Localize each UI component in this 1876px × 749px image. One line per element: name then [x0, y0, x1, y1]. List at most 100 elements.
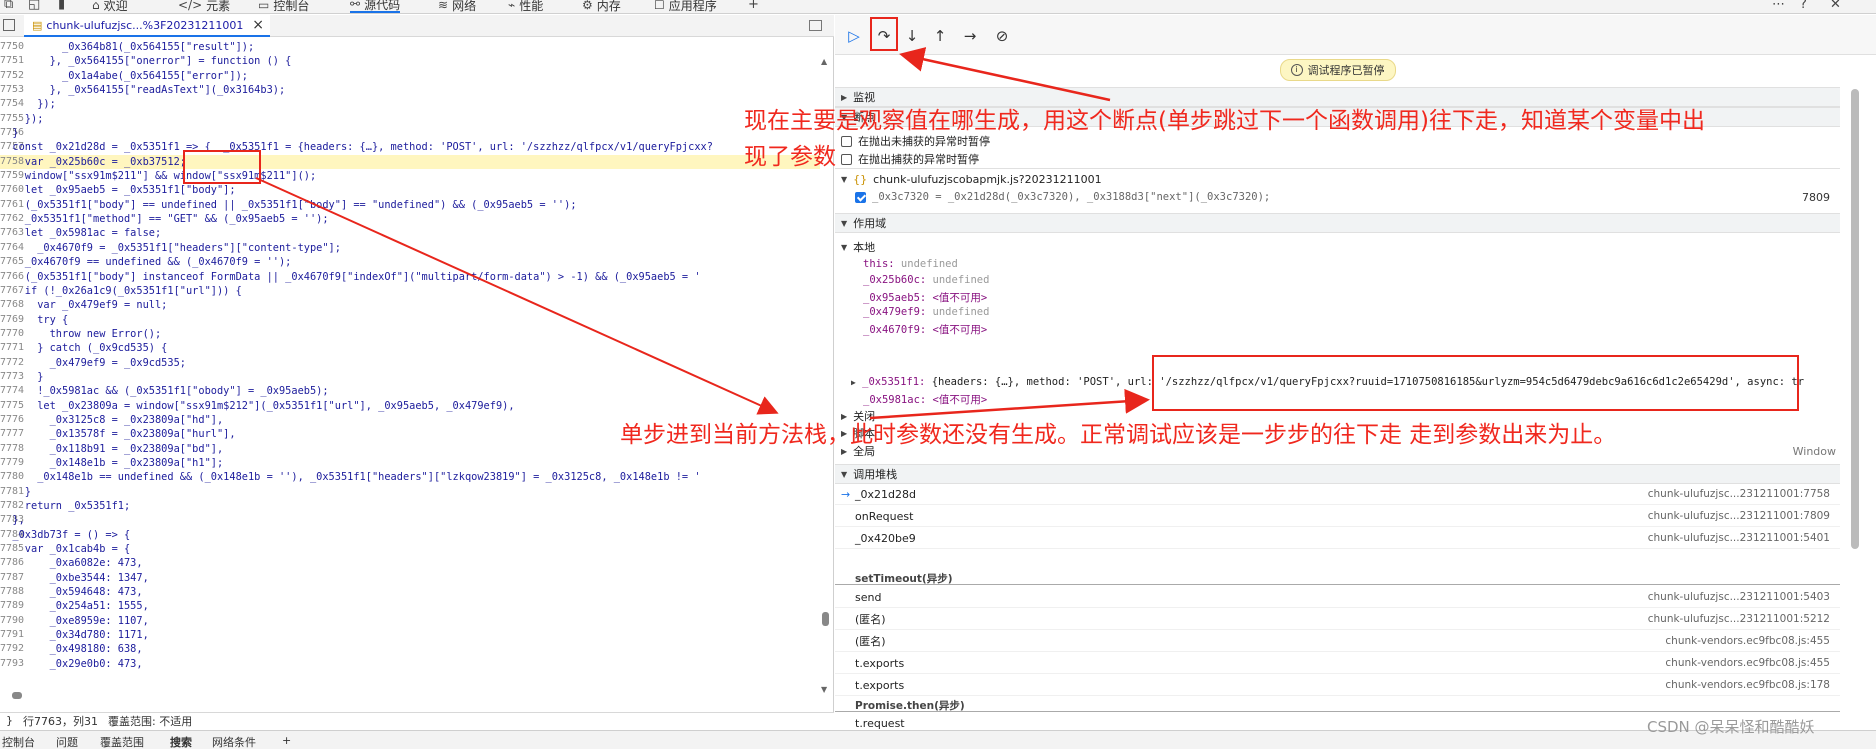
code-line[interactable]: 7754 }); — [0, 97, 820, 111]
help-icon[interactable]: ? — [1800, 0, 1807, 12]
scrollbar-thumb[interactable] — [1851, 89, 1859, 549]
pause-uncaught-row[interactable]: 在抛出未捕获的异常时暂停 — [841, 133, 1846, 149]
breakpoint-checkbox[interactable] — [855, 191, 866, 203]
more-options-icon[interactable]: ⋯ — [1772, 0, 1785, 12]
tab-sources[interactable]: ⚯ 源代码 — [350, 0, 401, 13]
close-icon[interactable]: × — [252, 17, 264, 33]
code-line[interactable]: 7793 _0x29e0b0: 473, — [0, 657, 820, 671]
code-line[interactable]: 7782 return _0x5351f1; — [0, 499, 820, 513]
code-line[interactable]: 7770 throw new Error(); — [0, 327, 820, 341]
file-tab-active[interactable]: ▤ chunk-ulufuzjsc...%3F20231211001 × — [24, 15, 270, 37]
frame-location[interactable]: chunk-vendors.ec9fbc08.js:455 — [1665, 657, 1830, 669]
scroll-down-icon[interactable]: ▼ — [821, 685, 827, 694]
code-line[interactable]: 7766 (_0x5351f1["body"] instanceof FormD… — [0, 270, 820, 284]
call-stack-frame[interactable]: (匿名) chunk-vendors.ec9fbc08.js:455 — [835, 631, 1840, 652]
frame-location[interactable]: chunk-ulufuzjsc...231211001:5212 — [1648, 613, 1830, 625]
pause-uncaught-checkbox[interactable] — [841, 135, 852, 147]
step-button[interactable]: → — [959, 25, 981, 47]
code-line[interactable]: 7779 _0x148e1b = _0x23809a["h1"]; — [0, 456, 820, 470]
code-line[interactable]: 7788 _0x594648: 473, — [0, 585, 820, 599]
call-stack-frame[interactable]: t.exports chunk-vendors.ec9fbc08.js:178 — [835, 675, 1840, 696]
inspect-icon[interactable]: ◱ — [28, 0, 40, 12]
code-line[interactable]: 7775 let _0x23809a = window["ssx91m$212"… — [0, 399, 820, 413]
code-line[interactable]: 7768 var _0x479ef9 = null; — [0, 298, 820, 312]
call-stack-frame[interactable]: → _0x21d28d chunk-ulufuzjsc...231211001:77… — [835, 484, 1840, 505]
tab-welcome[interactable]: ⌂ 欢迎 — [92, 0, 128, 13]
code-line[interactable]: 7750 _0x364b81(_0x564155["result"]); — [0, 40, 820, 54]
code-line[interactable]: 7780 _0x148e1b == undefined && (_0x148e1… — [0, 470, 820, 484]
toggle-debugger-icon[interactable] — [809, 20, 822, 31]
step-into-button[interactable]: ↓ — [901, 25, 923, 47]
scope-var[interactable]: _0x25b60c: undefined — [863, 274, 989, 286]
section-scope[interactable]: ▼ 作用域 — [835, 213, 1840, 233]
pause-caught-row[interactable]: 在抛出捕获的异常时暂停 — [841, 151, 1846, 167]
scope-var[interactable]: _0x95aeb5: <值不可用> — [863, 290, 987, 305]
frame-location[interactable]: chunk-vendors.ec9fbc08.js:178 — [1665, 679, 1830, 691]
code-line[interactable]: 7781 } — [0, 485, 820, 499]
pause-caught-checkbox[interactable] — [841, 153, 852, 165]
tab-application[interactable]: ☐ 应用程序 — [654, 0, 717, 13]
code-line[interactable]: 7762 _0x5351f1["method"] == "GET" && (_0… — [0, 212, 820, 226]
code-line[interactable]: 7756 } — [0, 126, 820, 140]
sidebar-scrollbar[interactable] — [1841, 55, 1876, 729]
code-line[interactable]: 7760 let _0x95aeb5 = _0x5351f1["body"]; — [0, 183, 820, 197]
call-stack-frame[interactable]: t.exports chunk-vendors.ec9fbc08.js:455 — [835, 653, 1840, 674]
code-line[interactable]: 7759 window["ssx91m$211"] && window["ssx… — [0, 169, 820, 183]
resume-button[interactable]: ▷ — [843, 25, 865, 47]
code-line[interactable]: 7771 } catch (_0x9cd535) { — [0, 341, 820, 355]
call-stack-frame[interactable]: (匿名) chunk-ulufuzjsc...231211001:5212 — [835, 609, 1840, 630]
dock-icon[interactable]: ▮ — [58, 0, 65, 12]
drawer-tab-console[interactable]: 控制台 — [2, 734, 35, 749]
tab-memory[interactable]: ⚙ 内存 — [582, 0, 621, 13]
code-line[interactable]: 7790 _0xe8959e: 1107, — [0, 614, 820, 628]
scope-local[interactable]: ▼ 本地 — [841, 239, 1846, 255]
code-line[interactable]: 7772 _0x479ef9 = _0x9cd535; — [0, 356, 820, 370]
code-line[interactable]: 7764 _0x4670f9 = _0x5351f1["headers"]["c… — [0, 241, 820, 255]
code-line[interactable]: 7784 _0x3db73f = () => { — [0, 528, 820, 542]
frame-location[interactable]: chunk-vendors.ec9fbc08.js:455 — [1665, 635, 1830, 647]
breakpoint-entry[interactable]: _0x3c7320 = _0x21d28d(_0x3c7320), _0x318… — [855, 191, 1840, 204]
code-editor[interactable]: 7750 _0x364b81(_0x564155["result"]); 7751… — [0, 40, 820, 688]
code-line[interactable]: 7761 (_0x5351f1["body"] == undefined || … — [0, 198, 820, 212]
code-line[interactable]: 7763 let _0x5981ac = false; — [0, 226, 820, 240]
tab-network[interactable]: ≋ 网络 — [438, 0, 476, 13]
scope-var[interactable]: this: undefined — [863, 258, 958, 270]
code-line[interactable]: 7767 if (!_0x26a1c9(_0x5351f1["url"])) { — [0, 284, 820, 298]
code-line[interactable]: 7758 var _0x25b60c = _0xb37512; — [0, 154, 820, 170]
scrollbar-thumb[interactable] — [822, 612, 829, 626]
drawer-tab-coverage[interactable]: 覆盖范围 — [100, 734, 144, 749]
device-toolbar-icon[interactable]: ⧉ — [4, 0, 13, 12]
frame-location[interactable]: chunk-ulufuzjsc...231211001:5403 — [1648, 591, 1830, 603]
code-line[interactable]: 7765 _0x4670f9 == undefined && (_0x4670f… — [0, 255, 820, 269]
drawer-tab-search[interactable]: 搜索 — [170, 734, 192, 749]
tab-elements[interactable]: </> 元素 — [178, 0, 230, 13]
call-stack-frame[interactable]: onRequest chunk-ulufuzjsc...231211001:780… — [835, 506, 1840, 527]
scope-var[interactable]: _0x479ef9: undefined — [863, 306, 989, 318]
drawer-tab-issues[interactable]: 问题 — [56, 734, 78, 749]
frame-location[interactable]: chunk-ulufuzjsc...231211001:5401 — [1648, 532, 1830, 544]
code-line[interactable]: 7786 _0xa6082e: 473, — [0, 556, 820, 570]
code-line[interactable]: 7774 !_0x5981ac && (_0x5351f1["obody"] =… — [0, 384, 820, 398]
code-line[interactable]: 7792 _0x498180: 638, — [0, 642, 820, 656]
step-out-button[interactable]: ↑ — [929, 25, 951, 47]
add-drawer-tab-icon[interactable]: + — [282, 734, 291, 747]
code-line[interactable]: 7757 const _0x21d28d = _0x5351f1 => { _0… — [0, 140, 820, 154]
code-line[interactable]: 7769 try { — [0, 313, 820, 327]
deactivate-breakpoints-button[interactable]: ⊘ — [991, 25, 1013, 47]
code-line[interactable]: 7751 }, _0x564155["onerror"] = function … — [0, 54, 820, 68]
scrollbar-thumb[interactable] — [12, 692, 22, 699]
scope-var[interactable]: _0x5981ac: <值不可用> — [863, 392, 987, 407]
code-line[interactable]: 7787 _0xbe3544: 1347, — [0, 571, 820, 585]
code-line[interactable]: 7753 }, _0x564155["readAsText"](_0x3164b… — [0, 83, 820, 97]
tab-console[interactable]: ▭ 控制台 — [258, 0, 309, 13]
code-line[interactable]: 7755 }); — [0, 112, 820, 126]
tab-performance[interactable]: ⌁ 性能 — [508, 0, 543, 13]
editor-horizontal-scrollbar[interactable] — [0, 690, 820, 700]
call-stack-frame[interactable]: send chunk-ulufuzjsc...231211001:5403 — [835, 587, 1840, 608]
drawer-tab-network-conditions[interactable]: 网络条件 — [212, 734, 256, 749]
call-stack-frame[interactable]: _0x420be9 chunk-ulufuzjsc...231211001:540… — [835, 528, 1840, 549]
scroll-up-icon[interactable]: ▲ — [821, 57, 827, 66]
frame-location[interactable]: chunk-ulufuzjsc...231211001:7809 — [1648, 510, 1830, 522]
frame-location[interactable]: chunk-ulufuzjsc...231211001:7758 — [1648, 488, 1830, 500]
code-line[interactable]: 7773 } — [0, 370, 820, 384]
